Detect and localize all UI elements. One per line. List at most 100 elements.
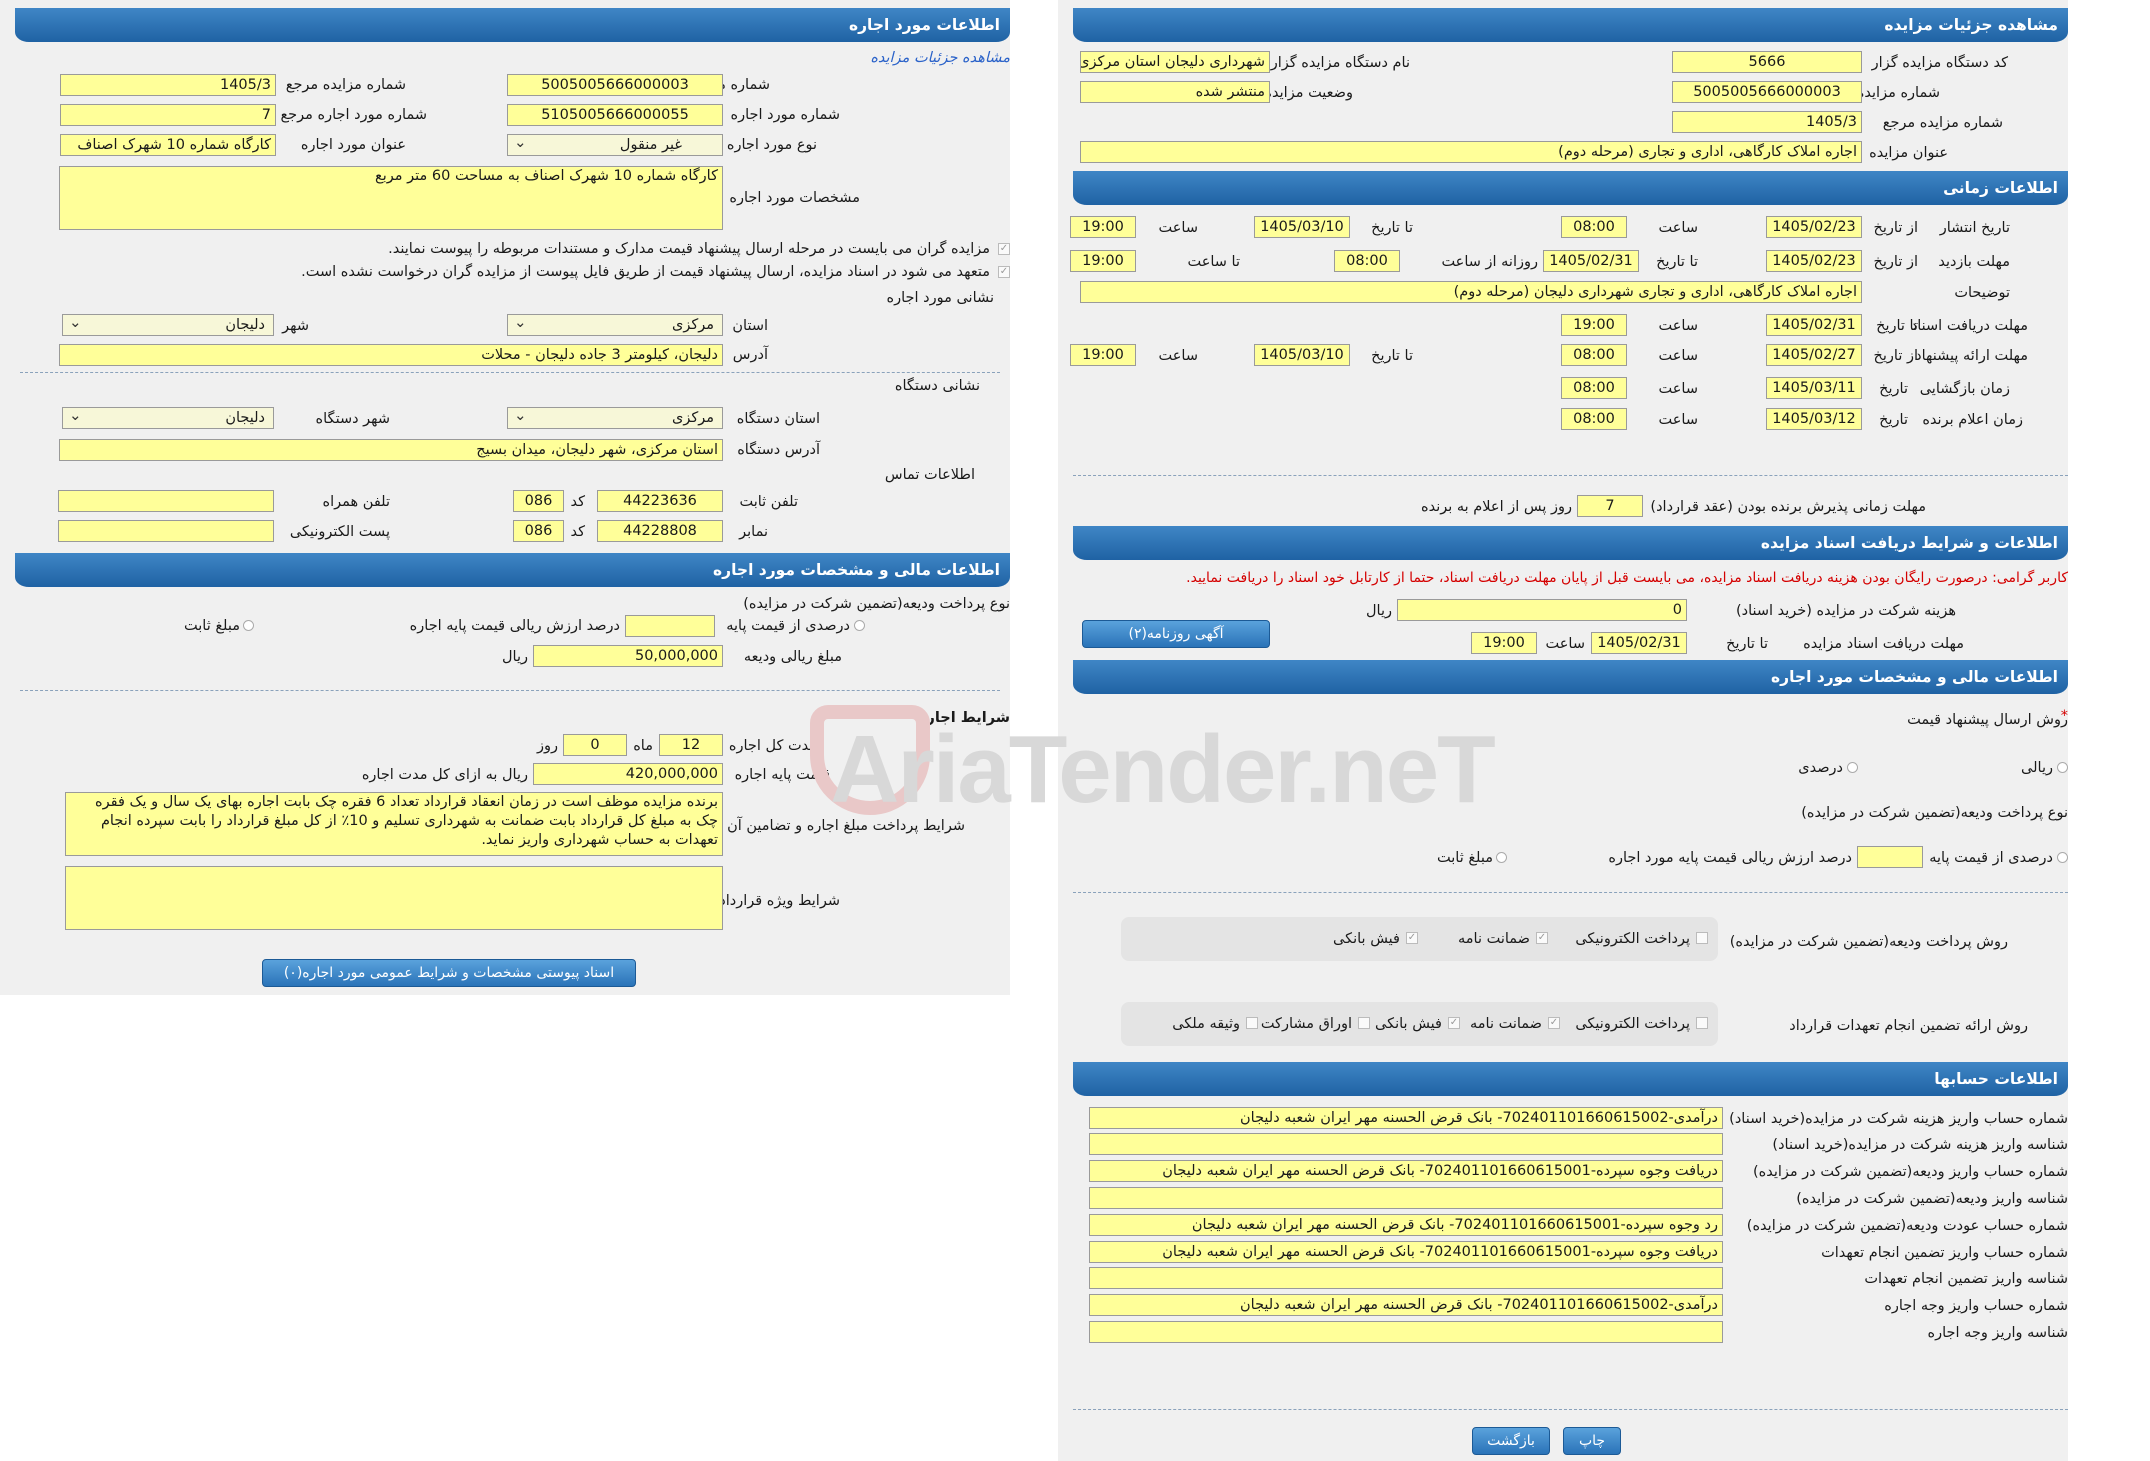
percent-of-base-radio[interactable]	[854, 620, 865, 631]
visit-from-label: از تاریخ	[1873, 254, 1919, 270]
auction-details-header: مشاهده جزئیات مزایده	[1073, 8, 2068, 42]
doc-receive-to-label: تا تاریخ	[1726, 636, 1768, 652]
commit-method-label: روش ارائه تضمین انجام تعهدات قرارداد	[1789, 1018, 2028, 1034]
fixed-amount-label: مبلغ ثابت	[1437, 850, 1493, 866]
daily-to-label: تا ساعت	[1187, 254, 1240, 270]
visit-label: مهلت بازدید	[1938, 254, 2010, 270]
commit-method-checkbox-receipt[interactable]: ✓	[1448, 1017, 1460, 1029]
account-label: شماره حساب عودت ودیعه(تضمین شرکت در مزای…	[1746, 1218, 2068, 1234]
percent-of-base-field[interactable]	[625, 615, 715, 637]
fee-field: 0	[1397, 599, 1687, 621]
percent-of-base-radio[interactable]	[2057, 852, 2068, 863]
mobile-label: تلفن همراه	[322, 494, 390, 510]
fixed-amount-radio[interactable]	[1496, 852, 1507, 863]
percent-of-base-label: درصدی از قیمت پایه	[726, 618, 850, 634]
separator	[1073, 892, 2068, 893]
device-address-label: آدرس دستگاه	[737, 442, 820, 458]
rial-option-label: ریالی	[2021, 760, 2053, 776]
base-price-field: 420,000,000	[533, 763, 723, 785]
publish-to-field: 1405/03/10	[1254, 216, 1350, 238]
attachments-button[interactable]: اسناد پیوستی مشخصات و شرایط عمومی مورد ا…	[262, 959, 636, 987]
view-auction-details-link[interactable]: مشاهده جزئیات مزایده	[870, 50, 1010, 66]
lease-item-header: اطلاعات مورد اجاره	[15, 8, 1010, 42]
commit-method-checkbox-electronic[interactable]	[1696, 1017, 1708, 1029]
lease-type-select[interactable]: غیر منقول	[507, 134, 723, 156]
print-button[interactable]: چاپ	[1563, 1427, 1621, 1455]
acceptance-label: مهلت زمانی پذیرش برنده بودن (عقد قرارداد…	[1650, 499, 1926, 515]
phone-field: 44223636	[597, 490, 723, 512]
percent-radio[interactable]	[1847, 762, 1858, 773]
fixed-amount-radio[interactable]	[243, 620, 254, 631]
docs-header: اطلاعات و شرایط دریافت اسناد مزایده	[1073, 526, 2068, 560]
percent-of-base-field[interactable]	[1857, 846, 1923, 868]
ref-lease-no-field: 7	[60, 104, 276, 126]
offer-from-time-label: ساعت	[1658, 348, 1698, 364]
lease-address-title: نشانی مورد اجاره	[886, 290, 994, 306]
deposit-rial-label: ریال	[502, 649, 528, 665]
doc-to-time-label: ساعت	[1658, 318, 1698, 334]
deposit-method-checkbox-electronic[interactable]	[1696, 932, 1708, 944]
separator	[1073, 475, 2068, 476]
opening-date-label: تاریخ	[1879, 381, 1908, 397]
city-label: شهر	[282, 318, 309, 334]
fax-field: 44228808	[597, 520, 723, 542]
commit-method-checkbox-bonds[interactable]	[1358, 1017, 1370, 1029]
commit-method-checkbox-property[interactable]	[1246, 1017, 1258, 1029]
fee-label: هزینه شرکت در مزایده (خرید اسناد)	[1735, 603, 1956, 619]
fax-label: نمابر	[739, 524, 768, 540]
offer-to-field: 1405/03/10	[1254, 344, 1350, 366]
province-select[interactable]: مرکزی	[507, 314, 723, 336]
commit-method-bonds: اوراق مشارکت	[1260, 1016, 1352, 1032]
lease-financial-header: اطلاعات مالی و مشخصات مورد اجاره	[15, 553, 1010, 587]
percent-of-base-label: درصدی از قیمت پایه	[1929, 850, 2053, 866]
base-price-unit: ریال به ازای کل مدت اجاره	[361, 767, 528, 783]
device-city-select[interactable]: دلیجان	[62, 407, 274, 429]
account-value	[1089, 1321, 1723, 1343]
fax-code-label: کد	[570, 524, 585, 540]
separator	[20, 372, 1000, 373]
account-label: شناسه واریز ودیعه(تضمین شرکت در مزایده)	[1796, 1191, 2068, 1207]
specs-textarea: کارگاه شماره 10 شهرک اصناف به مساحت 60 م…	[59, 166, 723, 230]
duration-days-field: 0	[563, 734, 627, 756]
rial-radio[interactable]	[2057, 762, 2068, 773]
publish-label: تاریخ انتشار	[1939, 220, 2010, 236]
lease-item-panel: اطلاعات مورد اجاره مشاهده جزئیات مزایده …	[0, 0, 1010, 995]
special-terms-textarea	[65, 866, 723, 930]
lease-item-no-field: 5105005666000055	[507, 104, 723, 126]
price-method-label: روش ارسال پیشنهاد قیمت	[1907, 712, 2068, 728]
account-label: شماره حساب واریز ودیعه(تضمین شرکت در مزا…	[1752, 1164, 2068, 1180]
percent-of-base-suffix: درصد ارزش ریالی قیمت پایه مورد اجاره	[1608, 850, 1852, 866]
duration-months-field: 12	[659, 734, 723, 756]
separator	[20, 690, 1000, 691]
daily-from-field: 08:00	[1334, 250, 1400, 272]
payment-terms-textarea: برنده مزایده موظف است در زمان انعقاد قرا…	[65, 792, 723, 856]
daily-from-label: روزانه از ساعت	[1441, 254, 1538, 270]
opening-time-label: ساعت	[1658, 381, 1698, 397]
newspaper-ad-button[interactable]: آگهی روزنامه(۲)	[1082, 620, 1270, 648]
account-label: شناسه واریز وجه اجاره	[1927, 1325, 2068, 1341]
city-select[interactable]: دلیجان	[62, 314, 274, 336]
deposit-method-checkbox-guarantee[interactable]: ✓	[1536, 932, 1548, 944]
title-field: اجاره املاک کارگاهی، اداری و تجاری (مرحل…	[1080, 141, 1862, 163]
accounts-header: اطلاعات حسابها	[1073, 1062, 2068, 1096]
device-province-select[interactable]: مرکزی	[507, 407, 723, 429]
specs-label: مشخصات مورد اجاره	[729, 190, 860, 206]
ref-no-label: شماره مزایده مرجع	[1882, 115, 2003, 131]
publish-to-time-label: ساعت	[1158, 220, 1198, 236]
publish-to-label: تا تاریخ	[1371, 220, 1413, 236]
account-label: شماره حساب واریز وجه اجاره	[1884, 1298, 2068, 1314]
doc-to-label: تا تاریخ	[1876, 318, 1918, 334]
publish-from-label: از تاریخ	[1873, 220, 1919, 236]
back-button[interactable]: بازگشت	[1472, 1427, 1550, 1455]
device-address-title: نشانی دستگاه	[894, 378, 980, 394]
deposit-method-checkbox-receipt[interactable]: ✓	[1406, 932, 1418, 944]
auction-no-field: 5005005666000003	[507, 74, 723, 96]
doc-deadline-label: مهلت دریافت اسناد	[1910, 318, 2028, 334]
winner-date-label: تاریخ	[1879, 412, 1908, 428]
opening-time-field: 08:00	[1561, 377, 1627, 399]
email-field	[58, 520, 274, 542]
account-value: رد وجوه سپرده-702401101660615001- بانک ق…	[1089, 1214, 1723, 1236]
fee-rial-label: ریال	[1366, 603, 1392, 619]
winner-time-field: 08:00	[1561, 408, 1627, 430]
commit-method-checkbox-guarantee[interactable]: ✓	[1548, 1017, 1560, 1029]
